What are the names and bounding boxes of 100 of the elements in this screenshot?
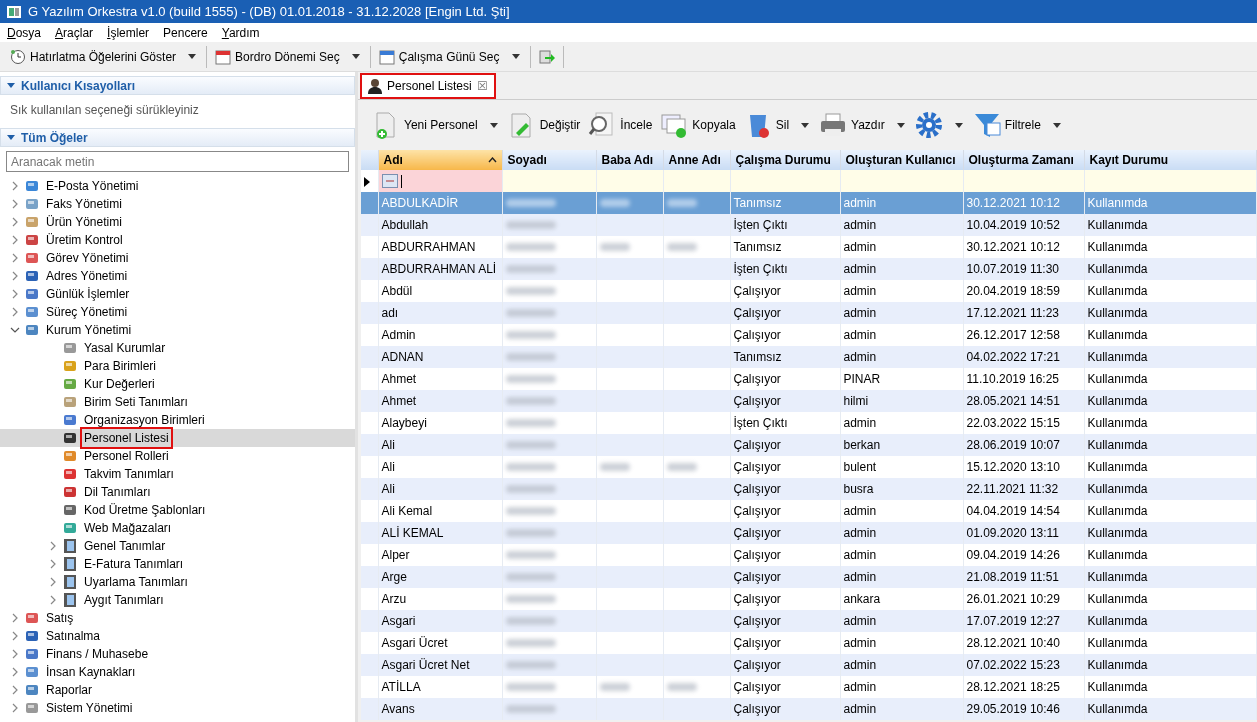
table-row[interactable]: Ali Çalışıyor berkan 28.06.2019 10:07 Kullanımda — [361, 434, 1257, 456]
table-cell: Çalışıyor — [733, 592, 781, 606]
caret-icon[interactable] — [896, 122, 905, 128]
table-cell: Çalışıyor — [733, 658, 781, 672]
module-icon — [24, 178, 40, 194]
table-cell: Avans — [381, 702, 415, 716]
menu-item[interactable]: İşlemler — [100, 23, 157, 42]
tree-item[interactable]: İnsan Kaynakları — [0, 663, 355, 681]
tree-item[interactable]: Yasal Kurumlar — [0, 339, 355, 357]
table-cell: Asgari Ücret — [381, 636, 448, 650]
table-row[interactable]: Abdullah İşten Çıktı admin 10.04.2019 10:52 Kullanımda — [361, 214, 1257, 236]
table-cell: Kullanımda — [1087, 372, 1148, 386]
section-header[interactable]: Tüm Öğeler — [0, 128, 355, 147]
tree-item[interactable]: Kod Üretme Şablonları — [0, 501, 355, 519]
table-row[interactable]: Ali Çalışıyor busra 22.11.2021 11:32 Kullanımda — [361, 478, 1257, 500]
menu-item[interactable]: Dosya — [0, 23, 49, 42]
menu-item[interactable]: Yardım — [214, 23, 267, 42]
tree-item[interactable]: Raporlar — [0, 681, 355, 699]
tree-item[interactable]: Kur Değerleri — [0, 375, 355, 393]
table-cell: 28.12.2021 10:40 — [966, 636, 1060, 650]
table-cell: Kullanımda — [1087, 306, 1148, 320]
chevron-down-icon[interactable] — [10, 325, 20, 335]
tree-item[interactable]: Aygıt Tanımları — [0, 591, 355, 609]
tree-item[interactable]: Sistem Yönetimi — [0, 699, 355, 717]
tree-item[interactable]: Süreç Yönetimi — [0, 303, 355, 321]
toolbar-button[interactable]: Çalışma Günü Seç — [374, 45, 526, 68]
section-header[interactable]: Kullanıcı Kısayolları — [0, 76, 355, 95]
column-header[interactable]: Kayıt Durumu — [1084, 150, 1257, 170]
column-header[interactable]: Anne Adı — [663, 150, 730, 170]
caret-icon[interactable] — [351, 54, 360, 59]
tree-item[interactable]: Dil Tanımları — [0, 483, 355, 501]
close-button[interactable]: ☒ — [476, 77, 488, 95]
toolbar-button[interactable]: İncele — [584, 109, 657, 141]
table-row[interactable]: ABDURRAHMAN ALİ İşten Çıktı admin 10.07.2019 11:30 Kullanımda — [361, 258, 1257, 280]
toolbar-button[interactable]: Yazdır — [815, 109, 911, 141]
tree-item[interactable]: Uyarlama Tanımları — [0, 573, 355, 591]
column-header[interactable]: Baba Adı — [596, 150, 663, 170]
tree-item[interactable]: Birim Seti Tanımları — [0, 393, 355, 411]
tree-item[interactable]: Web Mağazaları — [0, 519, 355, 537]
table-row[interactable]: ALİ KEMAL Çalışıyor admin 01.09.2020 13:11 Kullanımda — [361, 522, 1257, 544]
table-cell: Kullanımda — [1087, 328, 1148, 342]
tree-item[interactable]: Günlük İşlemler — [0, 285, 355, 303]
column-header[interactable]: Soyadı — [502, 150, 596, 170]
table-row[interactable]: adı Çalışıyor admin 17.12.2021 11:23 Kullanımda — [361, 302, 1257, 324]
table-row[interactable]: Asgari Ücret Net Çalışıyor admin 07.02.2022 15:23 Kullanımda — [361, 654, 1257, 676]
search-field[interactable]: Aranacak metin — [6, 151, 349, 172]
module-icon — [24, 268, 40, 284]
menu-item[interactable]: Araçlar — [48, 23, 101, 42]
tree-item[interactable]: E-Fatura Tanımları — [0, 555, 355, 573]
column-header[interactable]: Oluşturma Zamanı — [963, 150, 1084, 170]
table-cell: Kullanımda — [1087, 504, 1148, 518]
tree-item[interactable]: Görev Yönetimi — [0, 249, 355, 267]
table-row[interactable]: Avans Çalışıyor admin 29.05.2019 10:46 Kullanımda — [361, 698, 1257, 720]
tree-item[interactable]: E-Posta Yönetimi — [0, 177, 355, 195]
copy-icon — [660, 111, 689, 139]
column-header[interactable]: Çalışma Durumu — [730, 150, 840, 170]
document-tab[interactable]: Personel Listesi ☒ — [360, 73, 496, 99]
tree-item[interactable]: Takvim Tanımları — [0, 465, 355, 483]
table-cell: Kullanımda — [1087, 548, 1148, 562]
tree-item[interactable]: Organizasyon Birimleri — [0, 411, 355, 429]
caret-icon[interactable] — [801, 122, 810, 128]
table-cell: Ahmet — [381, 394, 417, 408]
toolbar-button[interactable]: Kopyala — [656, 109, 740, 141]
toolbar-button[interactable]: Filtrele — [968, 109, 1067, 141]
toolbar-button[interactable]: Bordro Dönemi Seç — [211, 45, 366, 68]
toolbar-button[interactable]: Hatırlatma Öğelerini Göster — [6, 45, 203, 68]
tree-item[interactable]: Kurum Yönetimi — [0, 321, 355, 339]
tree-item[interactable]: Genel Tanımlar — [0, 537, 355, 555]
table-row[interactable]: Asgari Çalışıyor admin 17.07.2019 12:27 Kullanımda — [361, 610, 1257, 632]
toolbar-button[interactable]: Yeni Personel — [368, 109, 504, 141]
menu-item[interactable]: Pencere — [156, 23, 215, 42]
module-icon — [62, 376, 78, 392]
tree-item[interactable]: Para Birimleri — [0, 357, 355, 375]
tree-item[interactable]: Faks Yönetimi — [0, 195, 355, 213]
caret-icon[interactable] — [511, 54, 520, 59]
caret-icon[interactable] — [188, 54, 197, 59]
tree-item[interactable]: Personel Listesi — [0, 429, 355, 447]
column-header[interactable]: Adı — [378, 150, 502, 170]
table-row[interactable]: ADNAN Tanımsız admin 04.02.2022 17:21 Kullanımda — [361, 346, 1257, 368]
tree-item[interactable]: Üretim Kontrol — [0, 231, 355, 249]
tree-item[interactable]: Satış — [0, 609, 355, 627]
caret-icon[interactable] — [954, 122, 963, 128]
toolbar-button[interactable]: Sil — [739, 109, 816, 141]
table-cell: 10.07.2019 11:30 — [966, 262, 1060, 276]
tree-item[interactable]: Satınalma — [0, 627, 355, 645]
toolbar-button[interactable]: Değiştir — [503, 109, 585, 141]
caret-icon[interactable] — [1052, 122, 1061, 128]
column-header[interactable]: Oluşturan Kullanıcı — [840, 150, 963, 170]
tree-item[interactable]: Ürün Yönetimi — [0, 213, 355, 231]
caret-icon[interactable] — [489, 122, 498, 128]
tree-item[interactable]: Personel Rolleri — [0, 447, 355, 465]
table-cell: 10.04.2019 10:52 — [966, 218, 1060, 232]
table-row[interactable]: Arge Çalışıyor admin 21.08.2019 11:51 Kullanımda — [361, 566, 1257, 588]
collapse-icon[interactable] — [7, 135, 15, 140]
table-row[interactable]: Ahmet Çalışıyor hilmi 28.05.2021 14:51 Kullanımda — [361, 390, 1257, 412]
tree-item[interactable]: Adres Yönetimi — [0, 267, 355, 285]
table-cell: Ali — [381, 460, 395, 474]
table-cell: Ahmet — [381, 372, 417, 386]
collapse-icon[interactable] — [7, 83, 15, 88]
tree-item[interactable]: Finans / Muhasebe — [0, 645, 355, 663]
